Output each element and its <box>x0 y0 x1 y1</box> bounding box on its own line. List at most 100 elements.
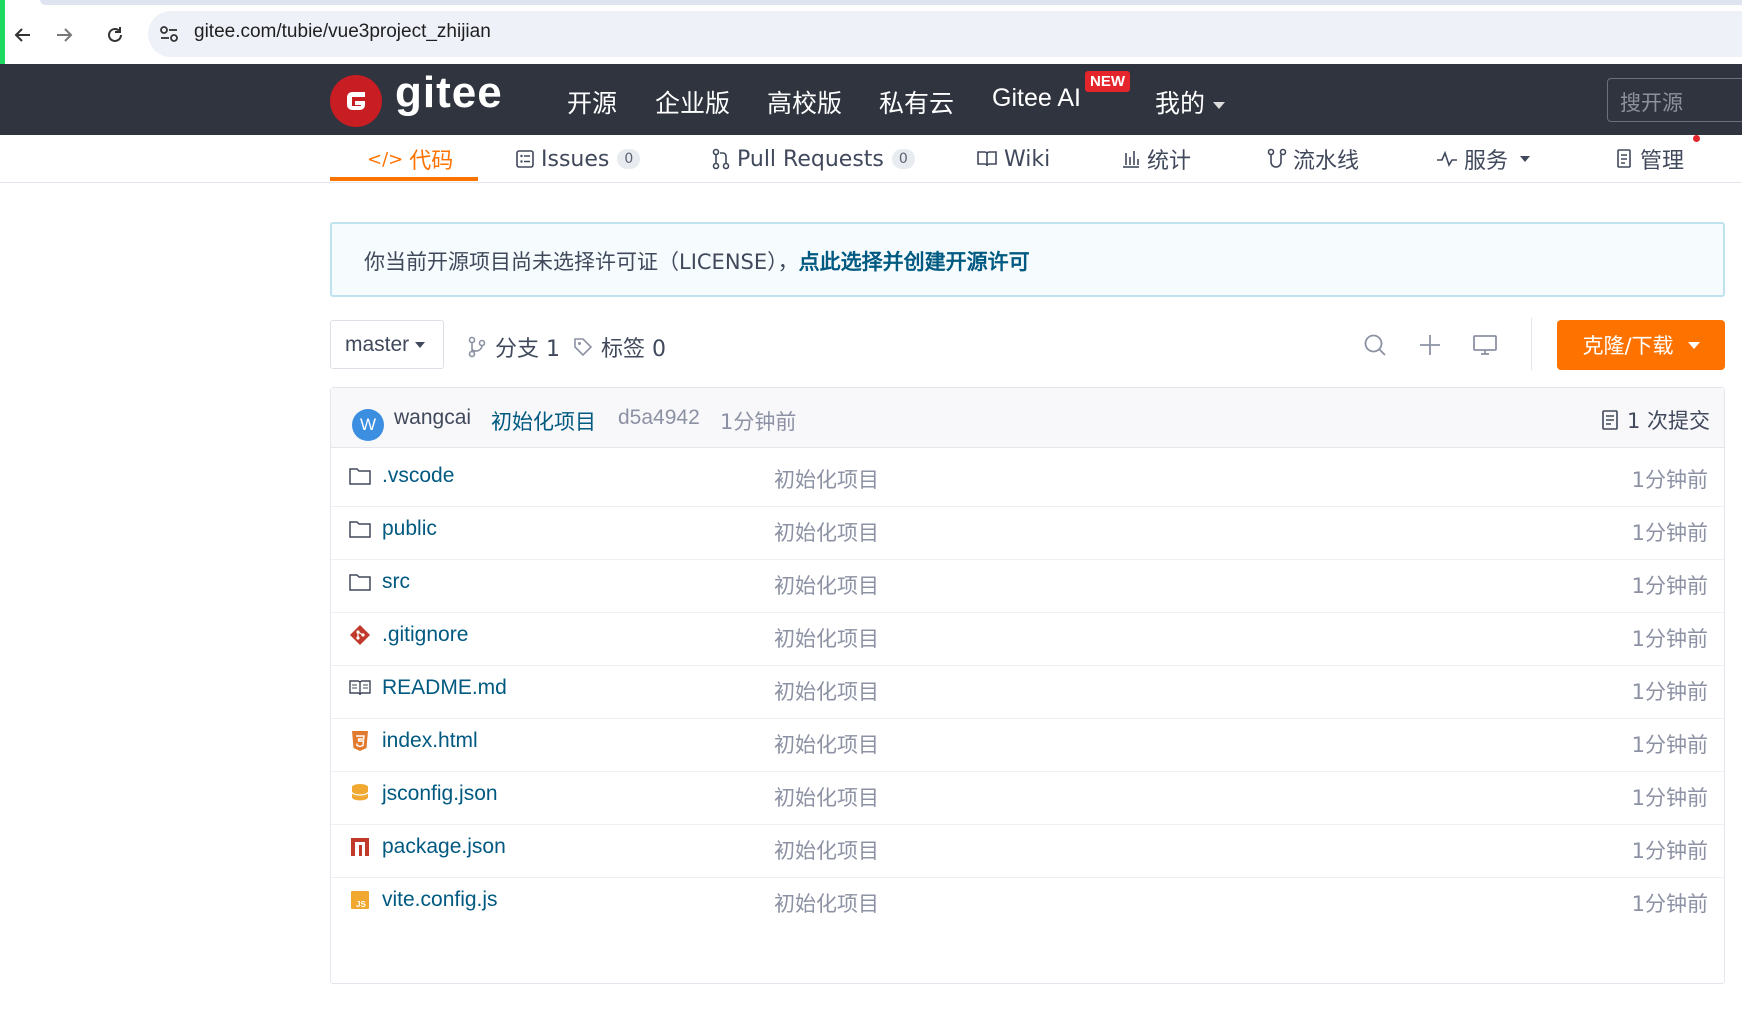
site-info-icon[interactable] <box>158 23 180 45</box>
file-time: 1分钟前 <box>1631 627 1708 651</box>
file-name[interactable]: package.json <box>382 835 506 859</box>
git-icon <box>349 624 371 646</box>
service-icon <box>1437 151 1457 167</box>
file-commit-message[interactable]: 初始化项目 <box>774 888 879 918</box>
file-name[interactable]: vite.config.js <box>382 888 498 912</box>
commit-author[interactable]: wangcai <box>394 406 471 430</box>
browser-toolbar: gitee.com/tubie/vue3project_zhijian <box>0 0 1742 64</box>
tab-stats[interactable]: 统计 <box>1121 135 1191 183</box>
gitee-logo-text[interactable]: gitee <box>395 68 503 118</box>
search-files-button[interactable] <box>1360 330 1390 360</box>
table-row[interactable]: index.html 初始化项目 1分钟前 <box>331 713 1724 772</box>
pipeline-icon <box>1267 148 1287 168</box>
nav-mine-label: 我的 <box>1155 89 1206 118</box>
commit-message[interactable]: 初始化项目 <box>491 406 596 436</box>
nav-private-cloud[interactable]: 私有云 <box>879 84 954 120</box>
file-time: 1分钟前 <box>1631 892 1708 916</box>
table-row[interactable]: public 初始化项目 1分钟前 <box>331 501 1724 560</box>
nav-opensource[interactable]: 开源 <box>567 84 617 120</box>
monitor-icon <box>1473 335 1497 355</box>
file-time: 1分钟前 <box>1631 733 1708 757</box>
nav-gitee-ai[interactable]: Gitee AI <box>992 84 1081 113</box>
url-text[interactable]: gitee.com/tubie/vue3project_zhijian <box>194 21 491 43</box>
tab-code[interactable]: </> 代码 <box>367 135 453 183</box>
tab-wiki[interactable]: Wiki <box>976 135 1050 183</box>
search-input[interactable]: 搜开源 <box>1607 78 1742 122</box>
folder-icon <box>349 571 371 593</box>
avatar[interactable]: W <box>352 409 384 441</box>
file-commit-message[interactable]: 初始化项目 <box>774 782 879 812</box>
forward-button[interactable] <box>47 18 81 52</box>
gitee-g-icon <box>347 92 365 110</box>
tab-issues[interactable]: Issues 0 <box>515 135 641 183</box>
commit-count-link[interactable]: 1 次提交 <box>1601 405 1710 435</box>
tab-pull-requests[interactable]: Pull Requests 0 <box>711 135 915 183</box>
branches-label: 分支 1 <box>495 337 560 362</box>
branches-link[interactable]: 分支 1 <box>467 331 560 363</box>
file-name[interactable]: jsconfig.json <box>382 782 498 806</box>
tab-service-label: 服务 <box>1464 149 1509 174</box>
file-commit-message[interactable]: 初始化项目 <box>774 623 879 653</box>
table-row[interactable]: src 初始化项目 1分钟前 <box>331 554 1724 613</box>
branch-select[interactable]: master <box>330 320 444 369</box>
pull-requests-count-badge: 0 <box>891 149 915 169</box>
file-list: W wangcai 初始化项目 d5a4942 1分钟前 1 次提交 .vsco… <box>330 387 1725 984</box>
table-row[interactable]: package.json 初始化项目 1分钟前 <box>331 819 1724 878</box>
file-time: 1分钟前 <box>1631 468 1708 492</box>
tab-manage[interactable]: 管理 <box>1616 135 1684 183</box>
commit-time: 1分钟前 <box>720 410 797 434</box>
tab-code-label: 代码 <box>409 149 454 174</box>
nav-enterprise[interactable]: 企业版 <box>655 84 730 120</box>
table-row[interactable]: .gitignore 初始化项目 1分钟前 <box>331 607 1724 666</box>
commit-history-icon <box>1602 410 1618 430</box>
file-commit-message[interactable]: 初始化项目 <box>774 464 879 494</box>
site-header: gitee 开源 企业版 高校版 私有云 Gitee AI NEW 我的 搜开源 <box>0 64 1742 135</box>
file-commit-message[interactable]: 初始化项目 <box>774 676 879 706</box>
create-license-link[interactable]: 点此选择并创建开源许可 <box>799 250 1030 274</box>
table-row[interactable]: .vscode 初始化项目 1分钟前 <box>331 448 1724 507</box>
web-ide-button[interactable] <box>1470 330 1500 360</box>
latest-commit-row: W wangcai 初始化项目 d5a4942 1分钟前 1 次提交 <box>331 388 1724 448</box>
json-database-icon <box>349 783 371 805</box>
file-name[interactable]: README.md <box>382 676 507 700</box>
file-name[interactable]: .gitignore <box>382 623 468 647</box>
chevron-down-icon <box>1687 341 1700 349</box>
active-tab-indicator <box>330 177 478 181</box>
license-notice-text: 你当前开源项目尚未选择许可证（LICENSE）， <box>364 250 799 274</box>
file-name[interactable]: .vscode <box>382 464 454 488</box>
license-notice: 你当前开源项目尚未选择许可证（LICENSE），点此选择并创建开源许可 <box>330 222 1725 297</box>
commit-count-label: 1 次提交 <box>1626 409 1710 433</box>
commit-sha[interactable]: d5a4942 <box>618 406 700 430</box>
file-name[interactable]: src <box>382 570 410 594</box>
folder-icon <box>349 518 371 540</box>
file-name[interactable]: index.html <box>382 729 478 753</box>
manage-icon <box>1617 149 1631 168</box>
add-file-button[interactable] <box>1415 330 1445 360</box>
table-row[interactable]: JS vite.config.js 初始化项目 1分钟前 <box>331 872 1724 931</box>
table-row[interactable]: jsconfig.json 初始化项目 1分钟前 <box>331 766 1724 825</box>
tab-pipeline-label: 流水线 <box>1293 149 1360 174</box>
nav-mine[interactable]: 我的 <box>1155 84 1226 120</box>
clone-download-button[interactable]: 克隆/下载 <box>1557 320 1725 370</box>
repo-tab-bar: </> 代码 Issues 0 Pull Requests 0 Wiki 统计 … <box>0 135 1742 183</box>
file-commit-message[interactable]: 初始化项目 <box>774 517 879 547</box>
new-badge: NEW <box>1085 71 1130 92</box>
file-commit-message[interactable]: 初始化项目 <box>774 729 879 759</box>
address-bar[interactable]: gitee.com/tubie/vue3project_zhijian <box>148 11 1742 57</box>
back-button[interactable] <box>6 18 40 52</box>
tab-pipeline[interactable]: 流水线 <box>1267 135 1359 183</box>
file-name[interactable]: public <box>382 517 437 541</box>
forward-arrow-icon <box>57 28 73 42</box>
nav-education[interactable]: 高校版 <box>767 84 842 120</box>
tab-issues-label: Issues <box>541 146 610 172</box>
file-commit-message[interactable]: 初始化项目 <box>774 570 879 600</box>
branch-icon <box>468 336 486 358</box>
html5-icon <box>349 730 371 752</box>
search-icon <box>1364 334 1386 356</box>
tags-link[interactable]: 标签 0 <box>573 331 666 363</box>
file-commit-message[interactable]: 初始化项目 <box>774 835 879 865</box>
tab-service[interactable]: 服务 <box>1436 135 1531 183</box>
gitee-logo-icon[interactable] <box>330 75 382 127</box>
reload-button[interactable] <box>98 18 132 52</box>
table-row[interactable]: README.md 初始化项目 1分钟前 <box>331 660 1724 719</box>
